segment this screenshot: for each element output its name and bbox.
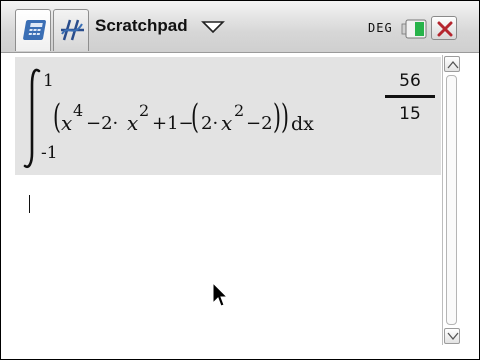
scroll-down-button[interactable] [444, 328, 460, 344]
scroll-up-button[interactable] [444, 56, 460, 72]
entry-line-cursor[interactable] [29, 195, 30, 213]
term-minus-2: −2 [246, 113, 273, 134]
document-menu-dropdown[interactable] [201, 20, 225, 39]
open-paren: ( [191, 97, 199, 137]
title-bar: Scratchpad DEG [1, 1, 479, 53]
chevron-down-icon [201, 21, 225, 34]
exponent: 2 [234, 101, 245, 120]
fraction-bar [385, 95, 435, 98]
battery-status [401, 19, 427, 44]
tab-graphs[interactable] [53, 9, 89, 51]
differential-dx: dx [291, 113, 314, 135]
graph-icon [61, 19, 84, 41]
arrow-down-icon [447, 332, 459, 341]
var-x: x [127, 111, 139, 135]
result-fraction[interactable]: 56 15 [385, 71, 435, 124]
integral-sign-icon [23, 68, 41, 169]
integral-upper-limit: 1 [43, 71, 54, 91]
var-x: x [221, 111, 233, 135]
term-2-times: 2· [201, 113, 219, 134]
battery-icon [401, 19, 427, 39]
result-numerator: 56 [399, 71, 421, 91]
result-denominator: 15 [399, 104, 421, 124]
close-button[interactable] [431, 16, 457, 40]
calculator-icon [23, 20, 46, 40]
arrow-up-icon [447, 60, 459, 69]
exponent: 4 [73, 101, 84, 120]
term-minus-2: −2· [86, 113, 119, 134]
tab-calculator[interactable] [15, 9, 51, 51]
scroll-track[interactable] [446, 75, 457, 325]
input-expression: 1 -1 ( x 4 −2· x 2 +1− ( 2· x 2 −2 )) dx [15, 57, 345, 175]
close-parens: )) [273, 97, 289, 137]
vertical-scrollbar[interactable] [442, 55, 460, 345]
document-title[interactable]: Scratchpad [95, 16, 188, 36]
bottom-strip [1, 345, 479, 359]
mouse-pointer-icon [212, 282, 229, 307]
angle-mode-indicator: DEG [368, 21, 393, 35]
calculator-screen: Scratchpad DEG 1 -1 (x 4 −2· x 2 +1− (… [0, 0, 480, 360]
exponent: 2 [139, 101, 150, 120]
close-icon [437, 21, 453, 37]
term-plus-1-minus: +1− [152, 113, 194, 134]
history-entry[interactable]: 1 -1 ( x 4 −2· x 2 +1− ( 2· x 2 −2 )) dx… [15, 57, 441, 175]
integral-lower-limit: -1 [41, 143, 58, 163]
open-paren: ( [53, 97, 61, 137]
var-x: x [61, 111, 73, 135]
